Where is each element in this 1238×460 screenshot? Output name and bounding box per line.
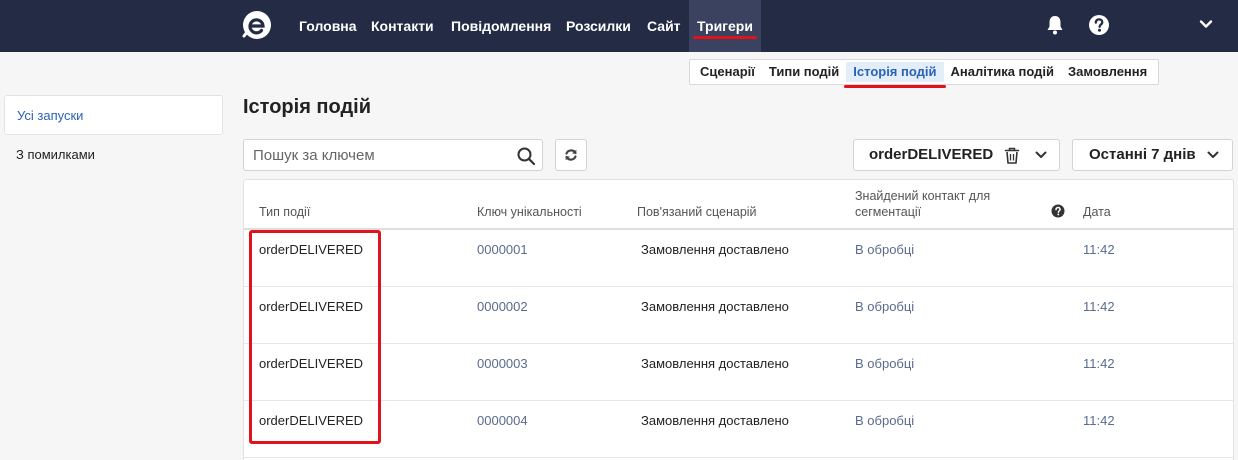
- cell-unique-key: 0000004: [477, 413, 528, 428]
- cell-date: 11:42: [1083, 356, 1115, 371]
- help-icon[interactable]: [1051, 204, 1065, 218]
- cell-related-scenario: Замовлення доставлено: [641, 356, 789, 371]
- date-range-label: Останні 7 днів: [1089, 146, 1196, 163]
- tab-orders[interactable]: Замовлення: [1061, 62, 1154, 82]
- cell-unique-key: 0000001: [477, 242, 528, 257]
- nav-item-contacts[interactable]: Контакти: [371, 0, 434, 52]
- column-header-related-scenario[interactable]: Пов'язаний сценарій: [637, 204, 757, 220]
- cell-found-contact: В обробці: [855, 356, 915, 371]
- cell-found-contact: В обробці: [855, 299, 915, 314]
- cell-date: 11:42: [1083, 413, 1115, 428]
- column-header-unique-key[interactable]: Ключ унікальності: [477, 204, 582, 220]
- tab-event-types[interactable]: Типи подій: [762, 62, 846, 82]
- cell-date: 11:42: [1083, 299, 1115, 314]
- page-title: Історія подій: [243, 96, 372, 118]
- table-row[interactable]: orderDELIVERED 0000001 Замовлення достав…: [244, 230, 1233, 287]
- column-header-found-contact[interactable]: Знайдений контакт для сегментації: [855, 188, 1025, 220]
- chevron-down-icon: [1035, 151, 1047, 158]
- nav-item-messages[interactable]: Повідомлення: [451, 0, 551, 52]
- cell-event-type: orderDELIVERED: [259, 242, 364, 257]
- nav-item-home[interactable]: Головна: [299, 0, 357, 52]
- cell-related-scenario: Замовлення доставлено: [641, 242, 789, 257]
- refresh-button[interactable]: [555, 139, 587, 171]
- chevron-down-icon: [1207, 151, 1219, 158]
- nav-item-campaigns[interactable]: Розсилки: [566, 0, 631, 52]
- tab-event-history[interactable]: Історія подій: [844, 62, 946, 88]
- top-navigation-bar: Головна Контакти Повідомлення Розсилки С…: [0, 0, 1238, 52]
- cell-event-type: orderDELIVERED: [259, 356, 364, 371]
- event-type-filter-label: orderDELIVERED: [869, 146, 994, 163]
- help-icon[interactable]: [1088, 14, 1110, 36]
- event-type-filter-dropdown[interactable]: orderDELIVERED: [853, 139, 1060, 171]
- table-row[interactable]: orderDELIVERED 0000002 Замовлення достав…: [244, 287, 1233, 344]
- nav-item-triggers[interactable]: Тригери: [689, 0, 761, 52]
- sidebar-item-all-runs[interactable]: Усі запуски: [4, 95, 223, 135]
- cell-related-scenario: Замовлення доставлено: [641, 299, 789, 314]
- cell-related-scenario: Замовлення доставлено: [641, 413, 789, 428]
- refresh-icon: [565, 149, 577, 161]
- event-history-table: Тип події Ключ унікальності Пов'язаний с…: [243, 179, 1234, 460]
- trigger-subtabs: Сценарії Типи подій Історія подій Аналіт…: [689, 59, 1159, 88]
- cell-unique-key: 0000002: [477, 299, 528, 314]
- trash-icon[interactable]: [1004, 147, 1020, 164]
- column-header-event-type[interactable]: Тип події: [259, 204, 310, 220]
- cell-event-type: orderDELIVERED: [259, 413, 364, 428]
- sidebar-item-with-errors[interactable]: З помилками: [4, 135, 223, 175]
- column-header-date[interactable]: Дата: [1083, 204, 1111, 220]
- cell-date: 11:42: [1083, 242, 1115, 257]
- search-input[interactable]: [244, 140, 504, 170]
- bell-icon[interactable]: [1044, 14, 1066, 36]
- search-icon[interactable]: [516, 146, 536, 166]
- tab-event-analytics[interactable]: Аналітика подій: [944, 62, 1062, 82]
- brand-logo-icon[interactable]: [241, 9, 273, 41]
- cell-found-contact: В обробці: [855, 413, 915, 428]
- table-row[interactable]: orderDELIVERED 0000004 Замовлення достав…: [244, 401, 1233, 458]
- search-box: [243, 139, 543, 171]
- cell-event-type: orderDELIVERED: [259, 299, 364, 314]
- cell-unique-key: 0000003: [477, 356, 528, 371]
- tab-scenarios[interactable]: Сценарії: [693, 62, 762, 82]
- cell-found-contact: В обробці: [855, 242, 915, 257]
- chevron-down-icon[interactable]: [1198, 16, 1214, 32]
- table-row[interactable]: orderDELIVERED 0000003 Замовлення достав…: [244, 344, 1233, 401]
- date-range-dropdown[interactable]: Останні 7 днів: [1072, 139, 1233, 171]
- nav-item-site[interactable]: Сайт: [647, 0, 681, 52]
